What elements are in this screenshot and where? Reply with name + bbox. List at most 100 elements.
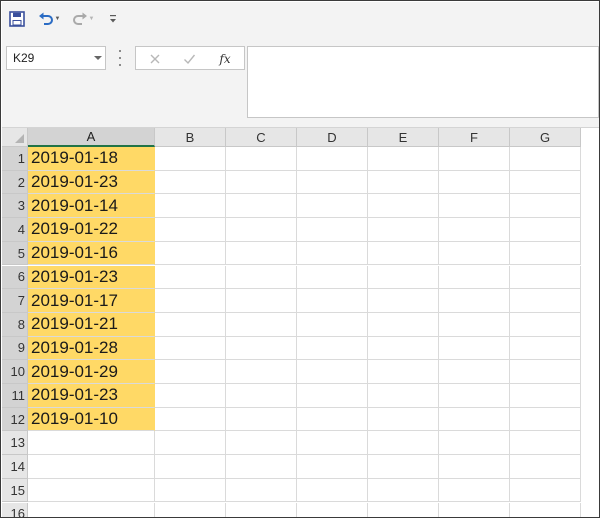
cell-b12[interactable] xyxy=(155,407,226,432)
cell-c3[interactable] xyxy=(226,194,297,219)
cell-b7[interactable] xyxy=(155,289,226,313)
cell-b13[interactable] xyxy=(155,431,226,456)
cell-g12[interactable] xyxy=(510,407,581,432)
row-header-4[interactable]: 4 xyxy=(2,218,28,242)
row-header-9[interactable]: 9 xyxy=(2,336,28,361)
row-header-2[interactable]: 2 xyxy=(2,170,28,195)
cell-e15[interactable] xyxy=(368,478,439,503)
cell-c7[interactable] xyxy=(226,289,297,313)
row-header-3[interactable]: 3 xyxy=(2,194,28,219)
cell-e8[interactable] xyxy=(368,312,439,337)
column-header-a[interactable]: A xyxy=(28,128,155,147)
cell-a4[interactable]: 2019-01-22 xyxy=(28,218,155,242)
cell-f8[interactable] xyxy=(439,312,510,337)
cell-b3[interactable] xyxy=(155,194,226,219)
cell-b10[interactable] xyxy=(155,360,226,384)
column-header-f[interactable]: F xyxy=(439,128,510,147)
cell-f3[interactable] xyxy=(439,194,510,219)
cell-d6[interactable] xyxy=(297,265,368,290)
cell-c11[interactable] xyxy=(226,384,297,408)
cell-g4[interactable] xyxy=(510,218,581,242)
cell-e16[interactable] xyxy=(368,502,439,517)
cell-c4[interactable] xyxy=(226,218,297,242)
cell-g11[interactable] xyxy=(510,384,581,408)
cell-d14[interactable] xyxy=(297,455,368,479)
cell-e12[interactable] xyxy=(368,407,439,432)
column-header-g[interactable]: G xyxy=(510,128,581,147)
name-box[interactable]: K29 xyxy=(6,46,106,70)
row-header-6[interactable]: 6 xyxy=(2,265,28,290)
undo-button[interactable]: ▼ xyxy=(35,8,63,30)
cell-b4[interactable] xyxy=(155,218,226,242)
cell-b5[interactable] xyxy=(155,241,226,266)
cell-f1[interactable] xyxy=(439,147,510,171)
save-button[interactable] xyxy=(7,8,27,30)
row-header-8[interactable]: 8 xyxy=(2,312,28,337)
cell-a3[interactable]: 2019-01-14 xyxy=(28,194,155,219)
cell-d4[interactable] xyxy=(297,218,368,242)
cell-a7[interactable]: 2019-01-17 xyxy=(28,289,155,313)
cell-d9[interactable] xyxy=(297,336,368,361)
cell-d16[interactable] xyxy=(297,502,368,517)
undo-dropdown-icon[interactable]: ▼ xyxy=(55,16,61,22)
cell-a14[interactable] xyxy=(28,455,155,479)
cell-d10[interactable] xyxy=(297,360,368,384)
cell-b9[interactable] xyxy=(155,336,226,361)
cell-c10[interactable] xyxy=(226,360,297,384)
row-header-7[interactable]: 7 xyxy=(2,289,28,313)
cell-b8[interactable] xyxy=(155,312,226,337)
formula-bar-grip-icon[interactable] xyxy=(117,50,123,66)
cell-c1[interactable] xyxy=(226,147,297,171)
row-header-10[interactable]: 10 xyxy=(2,360,28,384)
cell-g2[interactable] xyxy=(510,170,581,195)
row-header-5[interactable]: 5 xyxy=(2,241,28,266)
cell-e11[interactable] xyxy=(368,384,439,408)
cell-b6[interactable] xyxy=(155,265,226,290)
cell-e13[interactable] xyxy=(368,431,439,456)
row-header-13[interactable]: 13 xyxy=(2,431,28,456)
name-box-dropdown-icon[interactable] xyxy=(91,55,105,61)
cell-g8[interactable] xyxy=(510,312,581,337)
cell-g13[interactable] xyxy=(510,431,581,456)
cell-c15[interactable] xyxy=(226,478,297,503)
cell-b2[interactable] xyxy=(155,170,226,195)
cell-e3[interactable] xyxy=(368,194,439,219)
cell-a12[interactable]: 2019-01-10 xyxy=(28,407,155,432)
cell-f12[interactable] xyxy=(439,407,510,432)
cell-g3[interactable] xyxy=(510,194,581,219)
cell-b16[interactable] xyxy=(155,502,226,517)
cell-d3[interactable] xyxy=(297,194,368,219)
cell-b1[interactable] xyxy=(155,147,226,171)
cell-e2[interactable] xyxy=(368,170,439,195)
select-all-button[interactable] xyxy=(2,128,28,147)
cell-g10[interactable] xyxy=(510,360,581,384)
cell-f7[interactable] xyxy=(439,289,510,313)
cancel-icon[interactable] xyxy=(146,50,164,68)
cell-g9[interactable] xyxy=(510,336,581,361)
cell-d11[interactable] xyxy=(297,384,368,408)
cell-e10[interactable] xyxy=(368,360,439,384)
cell-g15[interactable] xyxy=(510,478,581,503)
cell-d8[interactable] xyxy=(297,312,368,337)
row-header-11[interactable]: 11 xyxy=(2,384,28,408)
cell-c9[interactable] xyxy=(226,336,297,361)
cell-c8[interactable] xyxy=(226,312,297,337)
cell-d1[interactable] xyxy=(297,147,368,171)
column-header-e[interactable]: E xyxy=(368,128,439,147)
column-header-c[interactable]: C xyxy=(226,128,297,147)
cell-e7[interactable] xyxy=(368,289,439,313)
customize-qat-button[interactable] xyxy=(106,8,120,30)
cell-f16[interactable] xyxy=(439,502,510,517)
redo-button[interactable]: ▼ xyxy=(69,8,97,30)
cell-g5[interactable] xyxy=(510,241,581,266)
cell-d5[interactable] xyxy=(297,241,368,266)
column-header-d[interactable]: D xyxy=(297,128,368,147)
cell-e9[interactable] xyxy=(368,336,439,361)
cell-a6[interactable]: 2019-01-23 xyxy=(28,265,155,290)
row-header-16[interactable]: 16 xyxy=(2,502,28,517)
cell-d2[interactable] xyxy=(297,170,368,195)
cell-f9[interactable] xyxy=(439,336,510,361)
cell-e5[interactable] xyxy=(368,241,439,266)
row-header-1[interactable]: 1 xyxy=(2,147,28,171)
cell-b11[interactable] xyxy=(155,384,226,408)
